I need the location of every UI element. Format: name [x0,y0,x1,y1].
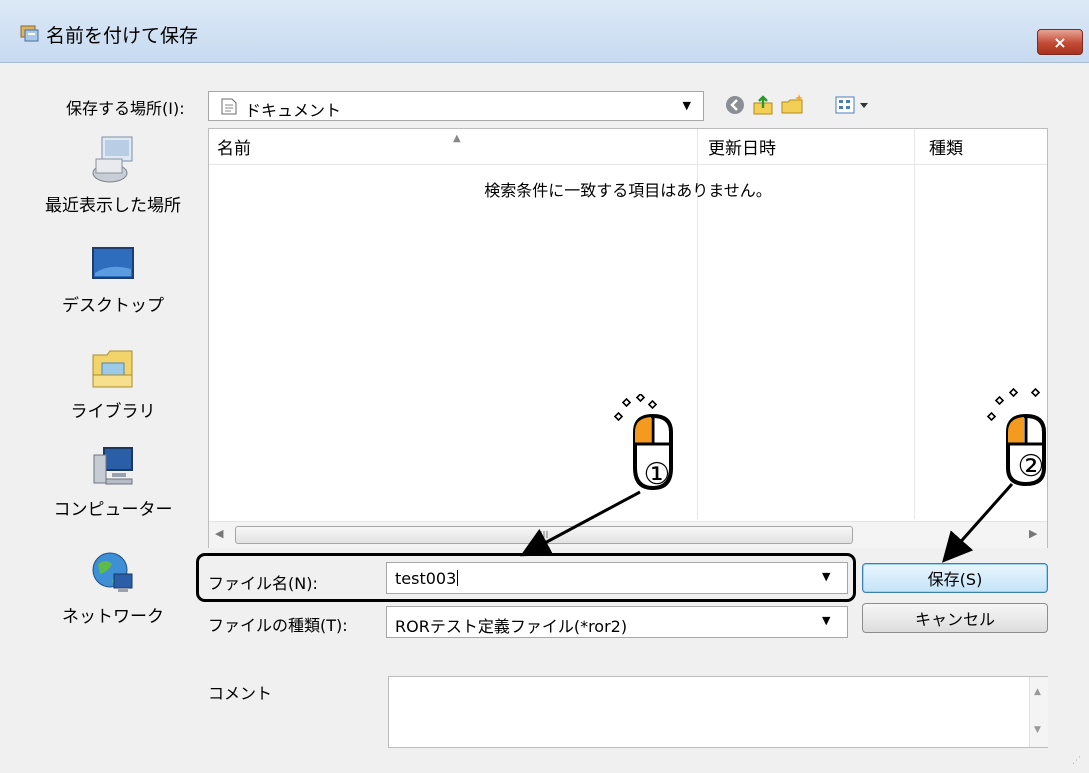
sort-ascending-icon: ▲ [453,133,461,144]
save-location-combo[interactable]: ドキュメント ▼ [208,91,704,121]
back-button[interactable] [722,92,748,118]
document-icon [221,98,237,115]
place-label: 最近表示した場所 [45,196,181,216]
place-library[interactable]: ライブラリ [18,347,208,422]
app-icon [20,23,40,43]
filename-highlight-box [196,553,856,602]
step-number-badge: ① [643,456,671,492]
save-button[interactable]: 保存(S) [862,563,1048,593]
cancel-button[interactable]: キャンセル [862,603,1048,633]
network-icon [92,552,133,592]
filetype-label: ファイルの種類(T): [208,616,348,635]
place-label: ネットワーク [62,607,164,627]
step-number-badge: ② [1017,448,1045,484]
title-bar: 名前を付けて保存 × [0,0,1089,63]
close-button[interactable]: × [1037,29,1083,55]
computer-icon [93,447,133,485]
place-network[interactable]: ネットワーク [18,550,208,627]
chevron-down-icon[interactable]: ▼ [822,614,830,627]
place-label: ライブラリ [70,402,156,422]
scroll-right-icon[interactable]: ▶ [1029,527,1037,540]
chevron-down-icon: ▼ [682,99,691,112]
empty-message: 検索条件に一致する項目はありません。 [484,181,772,200]
place-label: デスクトップ [62,296,164,316]
back-icon [726,96,744,114]
up-folder-icon [753,95,773,115]
comment-label: コメント [208,684,273,703]
place-recent[interactable]: 最近表示した場所 [18,135,208,216]
desktop-icon [92,247,134,279]
window-title: 名前を付けて保存 [46,25,199,47]
scroll-up-icon[interactable]: ▲ [1034,687,1041,697]
place-computer[interactable]: コンピューター [18,445,208,520]
close-icon: × [1053,32,1067,52]
horizontal-scrollbar[interactable]: ◀ III ▶ [209,521,1047,548]
recent-places-icon [92,136,133,183]
view-menu-button[interactable] [833,92,879,118]
place-label: コンピューター [53,500,173,520]
filetype-value: RORテスト定義ファイル(*ror2) [395,617,628,636]
place-desktop[interactable]: デスクトップ [18,245,208,316]
view-menu-icon [835,96,868,114]
scroll-down-icon[interactable]: ▼ [1034,725,1041,735]
scrollbar-thumb[interactable]: III [235,526,853,544]
column-header-type[interactable]: 種類 [915,129,1049,164]
comment-textarea[interactable]: ▲ ▼ [388,676,1048,748]
new-folder-button[interactable] [780,92,806,118]
header-divider [209,164,1047,165]
resize-grip-icon[interactable]: ⋰ [1072,756,1081,766]
column-header-date[interactable]: 更新日時 [698,129,914,164]
new-folder-icon [781,94,803,114]
save-location-value: ドキュメント [245,101,342,120]
thumb-grip-icon: III [539,529,549,541]
save-location-label: 保存する場所(I): [66,99,185,118]
comment-scrollbar[interactable]: ▲ ▼ [1029,677,1048,747]
library-icon [92,350,133,388]
filetype-select[interactable]: RORテスト定義ファイル(*ror2) [386,606,848,638]
scroll-left-icon[interactable]: ◀ [215,527,223,540]
up-folder-button[interactable] [750,92,776,118]
